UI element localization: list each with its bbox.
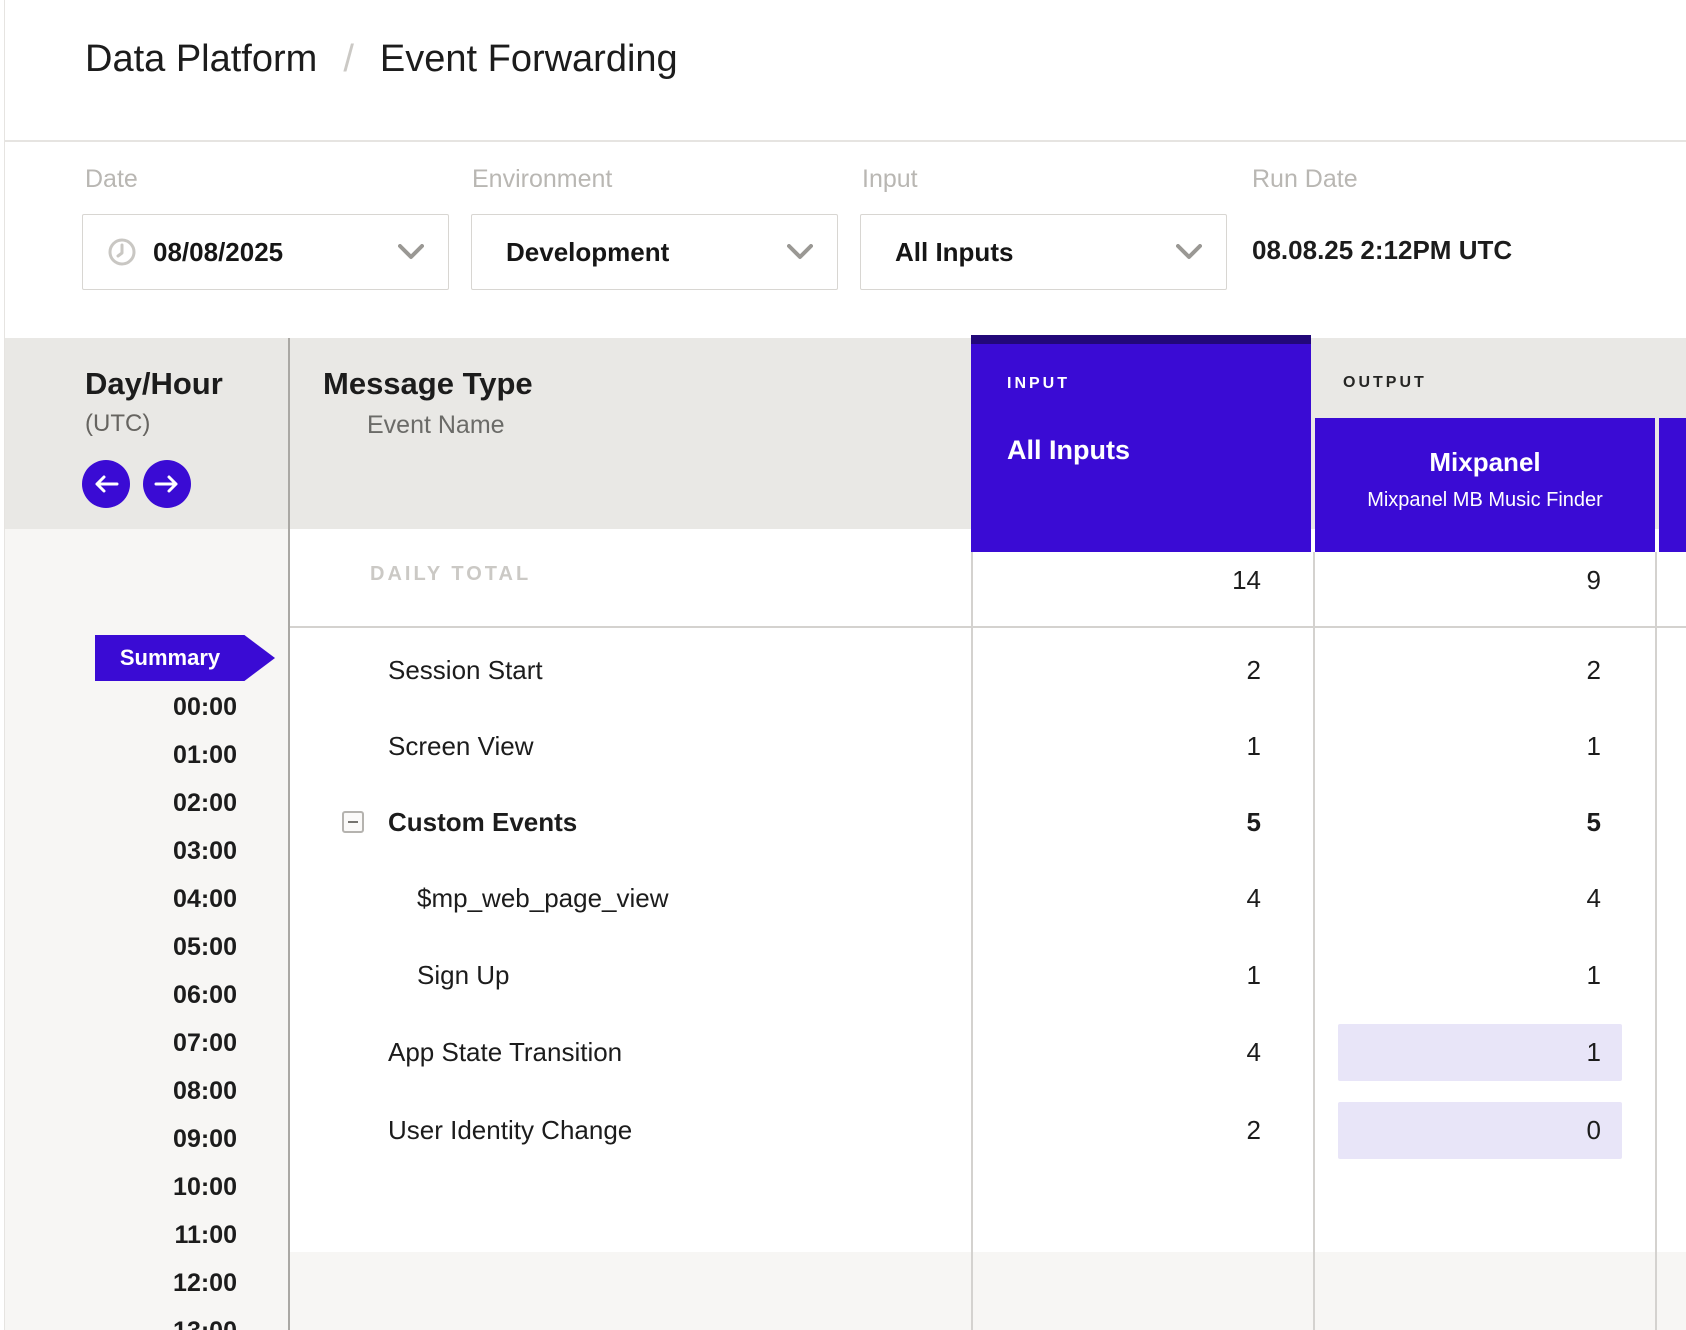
- input-label: Input: [862, 166, 918, 192]
- environment-dropdown[interactable]: Development: [471, 214, 838, 290]
- environment-value: Development: [506, 237, 669, 268]
- row-label-user-identity-change: User Identity Change: [388, 1112, 632, 1148]
- breadcrumb-separator: /: [343, 38, 354, 81]
- hour-rail-item-03[interactable]: 03:00: [60, 836, 237, 866]
- output-columns-divider-line: [1655, 552, 1657, 1330]
- next-output-column-header-partial: [1659, 418, 1686, 552]
- row-input-app-state-transition: 4: [971, 1034, 1261, 1070]
- previous-day-button[interactable]: [82, 460, 130, 508]
- breadcrumb-data-platform[interactable]: Data Platform: [85, 38, 317, 81]
- input-column-header: INPUT All Inputs: [971, 335, 1311, 552]
- input-column-name: All Inputs: [1007, 435, 1130, 466]
- row-input-sign-up: 1: [971, 957, 1261, 993]
- row-input-custom-events: 5: [971, 804, 1261, 840]
- clock-icon: [107, 237, 137, 267]
- hour-rail-summary-selected[interactable]: Summary: [95, 635, 275, 681]
- row-label-mp-web-page-view: $mp_web_page_view: [417, 880, 669, 916]
- hour-rail-item-04[interactable]: 04:00: [60, 884, 237, 914]
- row-output-mp-web-page-view: 4: [1315, 880, 1601, 916]
- day-hour-title: Day/Hour: [85, 366, 223, 402]
- breadcrumb: Data Platform / Event Forwarding: [85, 38, 678, 81]
- row-input-mp-web-page-view: 4: [971, 880, 1261, 916]
- arrow-left-icon: [93, 474, 119, 494]
- daily-total-output-value: 9: [1315, 562, 1601, 598]
- row-output-sign-up: 1: [1315, 957, 1601, 993]
- table-footer-area: [290, 1252, 1686, 1330]
- next-day-button[interactable]: [143, 460, 191, 508]
- input-column-selected-stripe: [971, 335, 1311, 344]
- chevron-down-icon: [1176, 244, 1202, 260]
- event-name-subtitle: Event Name: [367, 411, 505, 440]
- message-type-title: Message Type: [323, 366, 533, 402]
- row-output-app-state-transition: 1: [1315, 1034, 1601, 1070]
- row-input-user-identity-change: 2: [971, 1112, 1261, 1148]
- breadcrumb-event-forwarding: Event Forwarding: [380, 38, 678, 81]
- arrow-right-icon: [154, 474, 180, 494]
- row-label-app-state-transition: App State Transition: [388, 1034, 622, 1070]
- hour-rail-item-07[interactable]: 07:00: [60, 1028, 237, 1058]
- input-value: All Inputs: [895, 237, 1013, 268]
- hour-rail-item-09[interactable]: 09:00: [60, 1124, 237, 1154]
- run-date-value: 08.08.25 2:12PM UTC: [1252, 232, 1512, 268]
- mixpanel-column-header: Mixpanel Mixpanel MB Music Finder: [1315, 418, 1655, 552]
- row-output-screen-view: 1: [1315, 728, 1601, 764]
- hour-rail-item-00[interactable]: 00:00: [60, 692, 237, 722]
- daily-total-label: DAILY TOTAL: [370, 563, 531, 586]
- date-dropdown[interactable]: 08/08/2025: [82, 214, 449, 290]
- hour-rail-item-11[interactable]: 11:00: [60, 1220, 237, 1250]
- daily-total-input-value: 14: [971, 562, 1261, 598]
- row-output-session-start: 2: [1315, 652, 1601, 688]
- hour-rail-item-01[interactable]: 01:00: [60, 740, 237, 770]
- input-group-label: INPUT: [1007, 375, 1070, 393]
- row-label-screen-view: Screen View: [388, 728, 534, 764]
- row-label-custom-events: Custom Events: [388, 804, 577, 840]
- mixpanel-column-subtitle: Mixpanel MB Music Finder: [1315, 489, 1655, 512]
- collapse-custom-events-icon[interactable]: [342, 811, 364, 833]
- hour-rail-item-08[interactable]: 08:00: [60, 1076, 237, 1106]
- chevron-down-icon: [398, 244, 424, 260]
- output-group-label: OUTPUT: [1343, 374, 1427, 392]
- hour-rail-item-10[interactable]: 10:00: [60, 1172, 237, 1202]
- run-date-label: Run Date: [1252, 166, 1358, 192]
- event-forwarding-page: Data Platform / Event Forwarding Date En…: [0, 0, 1686, 1330]
- row-label-session-start: Session Start: [388, 652, 543, 688]
- chevron-down-icon: [787, 244, 813, 260]
- row-label-sign-up: Sign Up: [417, 957, 510, 993]
- row-output-user-identity-change: 0: [1315, 1112, 1601, 1148]
- hour-rail-item-06[interactable]: 06:00: [60, 980, 237, 1010]
- input-dropdown[interactable]: All Inputs: [860, 214, 1227, 290]
- date-value: 08/08/2025: [153, 237, 283, 268]
- environment-label: Environment: [472, 166, 612, 192]
- topbar-divider: [5, 140, 1686, 142]
- row-input-session-start: 2: [971, 652, 1261, 688]
- daily-total-divider-line: [290, 626, 1686, 628]
- row-input-screen-view: 1: [971, 728, 1261, 764]
- date-label: Date: [85, 166, 138, 192]
- rail-column-divider: [288, 338, 290, 1330]
- hour-rail-item-12[interactable]: 12:00: [60, 1268, 237, 1298]
- hour-rail-item-05[interactable]: 05:00: [60, 932, 237, 962]
- hour-rail-item-02[interactable]: 02:00: [60, 788, 237, 818]
- day-hour-subtitle: (UTC): [85, 410, 150, 438]
- row-output-custom-events: 5: [1315, 804, 1601, 840]
- mixpanel-column-title: Mixpanel: [1315, 447, 1655, 478]
- hour-rail-item-13[interactable]: 13:00: [60, 1316, 237, 1330]
